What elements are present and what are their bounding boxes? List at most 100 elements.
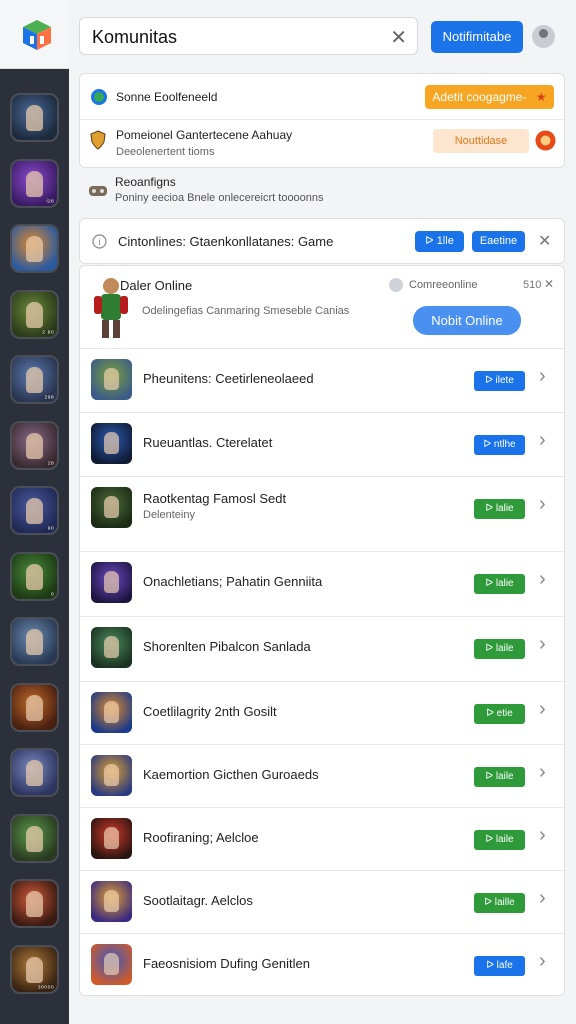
- game-play-button[interactable]: ᐅ ilete: [474, 371, 525, 391]
- notice-subtitle: Deeolenertent tioms: [116, 146, 215, 158]
- notice-title: Pomeionel Gantertecene Aahuay: [116, 128, 293, 142]
- rail-game-icon[interactable]: [12, 95, 57, 140]
- featured-status: Comreeonline: [409, 279, 478, 291]
- character-icon: [26, 956, 43, 983]
- chevron-right-icon[interactable]: ›: [539, 493, 546, 516]
- chevron-right-icon[interactable]: ›: [539, 429, 546, 452]
- character-icon: [26, 563, 43, 590]
- rail-game-icon[interactable]: [12, 226, 57, 271]
- chevron-right-icon[interactable]: ›: [539, 761, 546, 784]
- close-icon[interactable]: ✕: [544, 277, 554, 291]
- chevron-right-icon[interactable]: ›: [539, 824, 546, 847]
- rail-header: [0, 0, 69, 69]
- user-avatar-icon[interactable]: [532, 25, 555, 48]
- game-list-item[interactable]: Roofiraning; Aelcloe ᐅ laile ›: [80, 807, 564, 871]
- rail-icon-caption: ₃₀₀₀₀: [37, 980, 54, 990]
- close-icon[interactable]: ✕: [538, 231, 551, 251]
- character-icon: [26, 432, 43, 459]
- game-play-button[interactable]: ᐅ laile: [474, 639, 525, 659]
- chevron-right-icon[interactable]: ›: [539, 568, 546, 591]
- character-icon: [104, 636, 119, 658]
- game-thumbnail: [91, 881, 132, 922]
- rail-game-icon[interactable]: [12, 684, 57, 730]
- character-icon: [26, 236, 43, 262]
- game-play-button[interactable]: ᐅ ntlhe: [474, 435, 525, 455]
- rail-icon-caption: ₂₈: [47, 456, 54, 466]
- game-play-button[interactable]: ᐅ laile: [474, 767, 525, 787]
- featured-count: 510: [523, 279, 542, 291]
- game-list-item[interactable]: Raotkentag Famosl Sedt Delenteiny ᐅ lalie ›: [80, 476, 564, 540]
- rail-game-icon[interactable]: [12, 750, 57, 795]
- search-input[interactable]: Komunitas ✕: [79, 17, 418, 55]
- rail-icon-caption: ₀: [50, 587, 54, 597]
- game-title: Shorenlten Pibalcon Sanlada: [143, 639, 311, 654]
- chevron-right-icon[interactable]: ›: [539, 365, 546, 388]
- game-list-item[interactable]: Onachletians; Pahatin Genniita ᐅ lalie ›: [80, 551, 564, 615]
- rail-icon-caption: ₂₉₈: [44, 391, 54, 400]
- recommendations-row[interactable]: Reoanfigns Poniny eecioa Bnele onlecerei…: [79, 172, 565, 212]
- rail-icon-caption: ₉₀: [47, 522, 55, 531]
- game-list-item[interactable]: Pheunitens: Ceetirleneolaeed ᐅ ilete ›: [80, 348, 564, 412]
- chevron-right-icon[interactable]: ›: [539, 887, 546, 910]
- adult-content-button[interactable]: Adetit coogagme- ★: [425, 85, 554, 109]
- game-play-button[interactable]: ᐅ laille: [474, 893, 525, 913]
- chevron-right-icon[interactable]: ›: [539, 633, 546, 656]
- rail-game-icon[interactable]: ᵢ₂₈: [12, 160, 57, 206]
- rail-game-icon[interactable]: [12, 815, 57, 861]
- rail-game-icon[interactable]: ₂ ₈₀: [12, 291, 57, 337]
- game-list-item[interactable]: Faeosnisiom Dufing Genitlen ᐅ lafe ›: [80, 933, 564, 997]
- game-thumbnail: [91, 818, 132, 859]
- notifications-button[interactable]: Notifimitabe: [431, 21, 523, 53]
- notice-action-button[interactable]: Nouttidase: [433, 129, 529, 153]
- game-thumbnail: [91, 627, 132, 668]
- game-play-button[interactable]: ᐅ lafe: [474, 956, 525, 976]
- notice-row-2[interactable]: Pomeionel Gantertecene Aahuay Deeolenert…: [80, 120, 564, 169]
- rail-game-icon[interactable]: ₂₈: [12, 422, 57, 468]
- app-logo-icon[interactable]: [20, 18, 54, 52]
- game-list-item[interactable]: Coetlilagrity 2nth Gosilt ᐅ etie ›: [80, 681, 564, 745]
- search-value: Komunitas: [92, 27, 178, 47]
- adult-content-label: Adetit coogagme-: [432, 90, 527, 104]
- rail-game-icon[interactable]: ₀: [12, 553, 57, 599]
- game-title: Coetlilagrity 2nth Gosilt: [143, 704, 277, 719]
- character-icon: [26, 367, 43, 393]
- rail-game-icon[interactable]: ₉₀: [12, 488, 57, 533]
- rail-game-icon[interactable]: [12, 619, 57, 664]
- notice-row-1[interactable]: Sonne Eoolfeneeld Adetit coogagme- ★: [80, 74, 564, 119]
- game-list-item[interactable]: Rueuantlas. Cterelatet ᐅ ntlhe ›: [80, 412, 564, 476]
- game-list-item[interactable]: Shorenlten Pibalcon Sanlada ᐅ laile ›: [80, 616, 564, 680]
- game-subtitle: Delenteiny: [143, 509, 195, 521]
- game-title: Rueuantlas. Cterelatet: [143, 435, 273, 450]
- game-thumbnail: [91, 692, 132, 733]
- filter-label: Cintonlines: Gtaenkonllatanes: Game: [118, 234, 334, 249]
- game-play-button[interactable]: ᐅ lalie: [474, 499, 525, 519]
- globe-icon: [91, 89, 107, 105]
- featured-game[interactable]: Daler Online Comreeonline 510 ✕ Odelinge…: [80, 266, 564, 348]
- game-list-item[interactable]: Kaemortion Gicthen Guroaeds ᐅ laile ›: [80, 744, 564, 808]
- rail-icon-caption: ᵢ₂₈: [46, 194, 54, 204]
- close-icon[interactable]: ✕: [390, 25, 407, 50]
- game-play-button[interactable]: ᐅ lalie: [474, 574, 525, 594]
- featured-cta-button[interactable]: Nobit Online: [413, 306, 521, 335]
- featured-description: Odelingefias Canmaring Smeseble Canias: [142, 305, 350, 317]
- character-icon: [104, 571, 119, 593]
- chevron-right-icon[interactable]: ›: [539, 950, 546, 973]
- shield-icon: [90, 130, 106, 150]
- character-icon: [104, 368, 119, 390]
- character-icon: [26, 301, 43, 328]
- game-play-button[interactable]: ᐅ laile: [474, 830, 525, 850]
- game-play-button[interactable]: ᐅ etie: [474, 704, 525, 724]
- character-icon: [26, 760, 43, 786]
- rail-game-icon[interactable]: ₂₉₈: [12, 357, 57, 402]
- game-thumbnail: [91, 487, 132, 528]
- game-title: Faeosnisiom Dufing Genitlen: [143, 956, 310, 971]
- chevron-right-icon[interactable]: ›: [539, 698, 546, 721]
- filter-button-2[interactable]: Eaetine: [472, 231, 525, 252]
- rail-game-icon[interactable]: [12, 881, 57, 926]
- filter-bar: i Cintonlines: Gtaenkonllatanes: Game ᐅ …: [79, 218, 565, 264]
- filter-button-1[interactable]: ᐅ 1lle: [415, 231, 464, 252]
- character-icon: [26, 825, 43, 852]
- badge-icon[interactable]: [535, 130, 556, 151]
- game-list-item[interactable]: Sootlaitagr. Aelclos ᐅ laille ›: [80, 870, 564, 934]
- rail-game-icon[interactable]: ₃₀₀₀₀: [12, 946, 57, 992]
